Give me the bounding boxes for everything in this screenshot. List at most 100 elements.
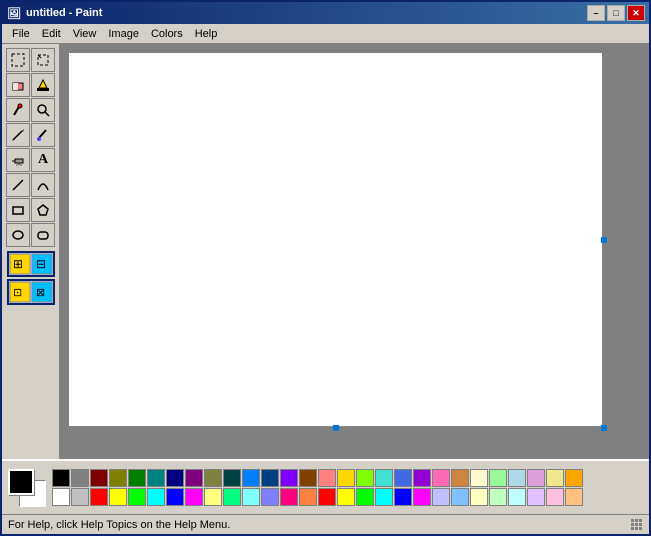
palette-color-34[interactable] xyxy=(166,488,184,506)
palette-color-50[interactable] xyxy=(470,488,488,506)
drawing-canvas[interactable] xyxy=(68,52,603,427)
tool-airbrush[interactable] xyxy=(6,148,30,172)
palette-color-3[interactable] xyxy=(109,469,127,487)
palette-color-55[interactable] xyxy=(565,488,583,506)
tool-special-2[interactable]: ⊡ ⊠ xyxy=(7,279,55,305)
resize-handle-bottom[interactable] xyxy=(333,425,339,431)
tool-fill[interactable] xyxy=(31,73,55,97)
palette-color-22[interactable] xyxy=(470,469,488,487)
resize-handle-corner[interactable] xyxy=(601,425,607,431)
palette-color-39[interactable] xyxy=(261,488,279,506)
palette-color-19[interactable] xyxy=(413,469,431,487)
palette-color-14[interactable] xyxy=(318,469,336,487)
palette-color-38[interactable] xyxy=(242,488,260,506)
menu-view[interactable]: View xyxy=(67,26,103,42)
palette-color-4[interactable] xyxy=(128,469,146,487)
tool-line[interactable] xyxy=(6,173,30,197)
palette-color-11[interactable] xyxy=(261,469,279,487)
palette-color-1[interactable] xyxy=(71,469,89,487)
palette-color-9[interactable] xyxy=(223,469,241,487)
grip-dot xyxy=(639,519,642,522)
palette-color-21[interactable] xyxy=(451,469,469,487)
palette-color-13[interactable] xyxy=(299,469,317,487)
close-button[interactable]: ✕ xyxy=(627,5,645,21)
palette-color-26[interactable] xyxy=(546,469,564,487)
tool-select-free[interactable] xyxy=(31,48,55,72)
palette-color-32[interactable] xyxy=(128,488,146,506)
resize-handle-right[interactable] xyxy=(601,237,607,243)
palette-color-2[interactable] xyxy=(90,469,108,487)
maximize-button[interactable]: □ xyxy=(607,5,625,21)
palette-color-40[interactable] xyxy=(280,488,298,506)
grip-dot xyxy=(635,523,638,526)
palette-color-33[interactable] xyxy=(147,488,165,506)
tool-pencil[interactable] xyxy=(6,123,30,147)
palette-color-16[interactable] xyxy=(356,469,374,487)
tool-ellipse[interactable] xyxy=(6,223,30,247)
palette-color-29[interactable] xyxy=(71,488,89,506)
tool-brush[interactable] xyxy=(31,123,55,147)
eraser-icon xyxy=(11,78,25,92)
tool-magnifier[interactable] xyxy=(31,98,55,122)
menu-colors[interactable]: Colors xyxy=(145,26,189,42)
magnifier-icon xyxy=(36,103,50,117)
menu-file[interactable]: File xyxy=(6,26,36,42)
palette-color-43[interactable] xyxy=(337,488,355,506)
palette-color-12[interactable] xyxy=(280,469,298,487)
tool-rect[interactable] xyxy=(6,198,30,222)
palette-color-23[interactable] xyxy=(489,469,507,487)
grip-dot xyxy=(635,527,638,530)
airbrush-icon xyxy=(11,153,25,167)
palette-color-51[interactable] xyxy=(489,488,507,506)
tool-curve[interactable] xyxy=(31,173,55,197)
palette-color-46[interactable] xyxy=(394,488,412,506)
tool-eyedropper[interactable] xyxy=(6,98,30,122)
palette-color-15[interactable] xyxy=(337,469,355,487)
palette-color-37[interactable] xyxy=(223,488,241,506)
palette-color-52[interactable] xyxy=(508,488,526,506)
palette-color-24[interactable] xyxy=(508,469,526,487)
palette-color-48[interactable] xyxy=(432,488,450,506)
menu-image[interactable]: Image xyxy=(102,26,145,42)
palette-color-30[interactable] xyxy=(90,488,108,506)
palette-color-8[interactable] xyxy=(204,469,222,487)
palette-color-54[interactable] xyxy=(546,488,564,506)
palette-color-0[interactable] xyxy=(52,469,70,487)
resize-grip[interactable] xyxy=(631,519,643,531)
app-icon: 🖼 xyxy=(6,5,22,21)
palette-color-49[interactable] xyxy=(451,488,469,506)
palette-color-18[interactable] xyxy=(394,469,412,487)
foreground-color[interactable] xyxy=(8,469,34,495)
palette-color-25[interactable] xyxy=(527,469,545,487)
menu-help[interactable]: Help xyxy=(189,26,224,42)
palette-color-7[interactable] xyxy=(185,469,203,487)
palette-color-35[interactable] xyxy=(185,488,203,506)
palette-color-53[interactable] xyxy=(527,488,545,506)
title-bar-left: 🖼 untitled - Paint xyxy=(6,5,102,21)
palette-color-47[interactable] xyxy=(413,488,431,506)
tool-select-rect[interactable] xyxy=(6,48,30,72)
palette-color-42[interactable] xyxy=(318,488,336,506)
tool-eraser[interactable] xyxy=(6,73,30,97)
palette-color-6[interactable] xyxy=(166,469,184,487)
palette-color-17[interactable] xyxy=(375,469,393,487)
palette-color-20[interactable] xyxy=(432,469,450,487)
tool-polygon[interactable] xyxy=(31,198,55,222)
tool-special-1[interactable]: ⊞ ⊟ xyxy=(7,251,55,277)
palette-color-45[interactable] xyxy=(375,488,393,506)
menu-edit[interactable]: Edit xyxy=(36,26,67,42)
palette-color-27[interactable] xyxy=(565,469,583,487)
palette-color-31[interactable] xyxy=(109,488,127,506)
palette-color-10[interactable] xyxy=(242,469,260,487)
polygon-icon xyxy=(36,203,50,217)
minimize-button[interactable]: – xyxy=(587,5,605,21)
palette-color-28[interactable] xyxy=(52,488,70,506)
palette-color-41[interactable] xyxy=(299,488,317,506)
tool-rounded-rect[interactable] xyxy=(31,223,55,247)
grip-dot xyxy=(631,527,634,530)
canvas-area[interactable] xyxy=(60,44,649,459)
tool-text[interactable]: A xyxy=(31,148,55,172)
palette-color-36[interactable] xyxy=(204,488,222,506)
palette-color-44[interactable] xyxy=(356,488,374,506)
palette-color-5[interactable] xyxy=(147,469,165,487)
